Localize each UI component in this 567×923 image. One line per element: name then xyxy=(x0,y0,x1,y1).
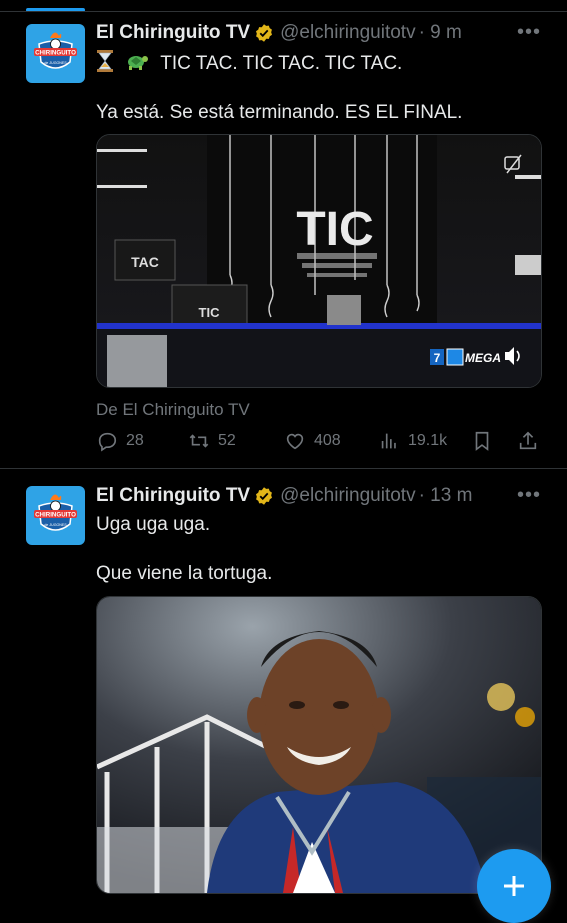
plus-icon xyxy=(504,876,524,896)
views-count: 19.1k xyxy=(408,432,448,449)
tweet[interactable]: CHIRINGUITO de JUGONES El Chiringuito TV… xyxy=(0,12,567,469)
bookmark-button[interactable] xyxy=(471,430,501,452)
tweet-image[interactable] xyxy=(96,596,542,894)
retweet-button[interactable]: 52 xyxy=(188,430,236,452)
tweet-text-line: TIC TAC. TIC TAC. TIC TAC. xyxy=(96,50,402,79)
share-icon xyxy=(519,431,537,450)
share-button[interactable] xyxy=(517,430,547,452)
author-name[interactable]: El Chiringuito TV xyxy=(96,485,250,507)
monitor-text: TAC xyxy=(131,254,159,270)
timestamp[interactable]: · 13 m xyxy=(419,485,473,507)
retweet-icon xyxy=(189,434,209,448)
tweet[interactable]: CHIRINGUITO de JUGONES El Chiringuito TV… xyxy=(0,470,567,900)
author-handle[interactable]: @elchiringuitotv xyxy=(280,22,415,44)
logo-text: CHIRINGUITO xyxy=(35,512,76,519)
verified-badge-icon xyxy=(256,24,273,42)
retweet-count: 52 xyxy=(218,432,236,449)
reply-icon xyxy=(98,432,117,452)
more-icon[interactable]: ••• xyxy=(517,484,541,507)
reply-button[interactable]: 28 xyxy=(96,430,144,452)
monitor-small-text: TIC xyxy=(199,305,221,320)
tweet-actions: 28 52 408 19.1k xyxy=(96,430,540,454)
video-overlay-text: TIC xyxy=(296,203,373,256)
like-count: 408 xyxy=(314,432,341,449)
compose-button[interactable] xyxy=(477,849,551,923)
channel-name: MEGA xyxy=(465,351,501,365)
tweet-text: Uga uga uga. xyxy=(96,514,211,535)
author-name[interactable]: El Chiringuito TV xyxy=(96,22,250,44)
bookmark-icon xyxy=(475,431,489,451)
video-source[interactable]: De El Chiringuito TV xyxy=(96,400,250,420)
logo-subtext: de JUGONES xyxy=(44,61,67,65)
logo-text: CHIRINGUITO xyxy=(35,50,76,57)
channel-number: 7 xyxy=(434,351,441,365)
turtle-icon xyxy=(125,50,149,79)
avatar[interactable]: CHIRINGUITO de JUGONES xyxy=(26,486,85,545)
views-button[interactable]: 19.1k xyxy=(378,430,447,452)
heart-icon xyxy=(286,433,304,450)
verified-badge-icon xyxy=(256,487,273,505)
timestamp[interactable]: · 9 m xyxy=(419,22,462,44)
like-button[interactable]: 408 xyxy=(284,430,341,452)
more-icon[interactable]: ••• xyxy=(517,21,541,44)
tweet-header: El Chiringuito TV @elchiringuitotv · 9 m xyxy=(96,22,462,44)
hourglass-icon xyxy=(96,50,114,79)
tweet-text: TIC TAC. TIC TAC. TIC TAC. xyxy=(160,53,403,74)
channel-logo: 7 MEGA xyxy=(430,348,501,366)
author-handle[interactable]: @elchiringuitotv xyxy=(280,485,415,507)
tweet-text: Que viene la tortuga. xyxy=(96,563,273,584)
tweet-video[interactable]: TIC TAC TIC 7 MEGA xyxy=(96,134,542,388)
reply-count: 28 xyxy=(126,432,144,449)
avatar[interactable]: CHIRINGUITO de JUGONES xyxy=(26,24,85,83)
tweet-header: El Chiringuito TV @elchiringuitotv · 13 … xyxy=(96,485,472,507)
views-icon xyxy=(381,433,396,449)
logo-subtext: de JUGONES xyxy=(44,523,67,527)
tweet-text: Ya está. Se está terminando. ES EL FINAL… xyxy=(96,102,463,123)
